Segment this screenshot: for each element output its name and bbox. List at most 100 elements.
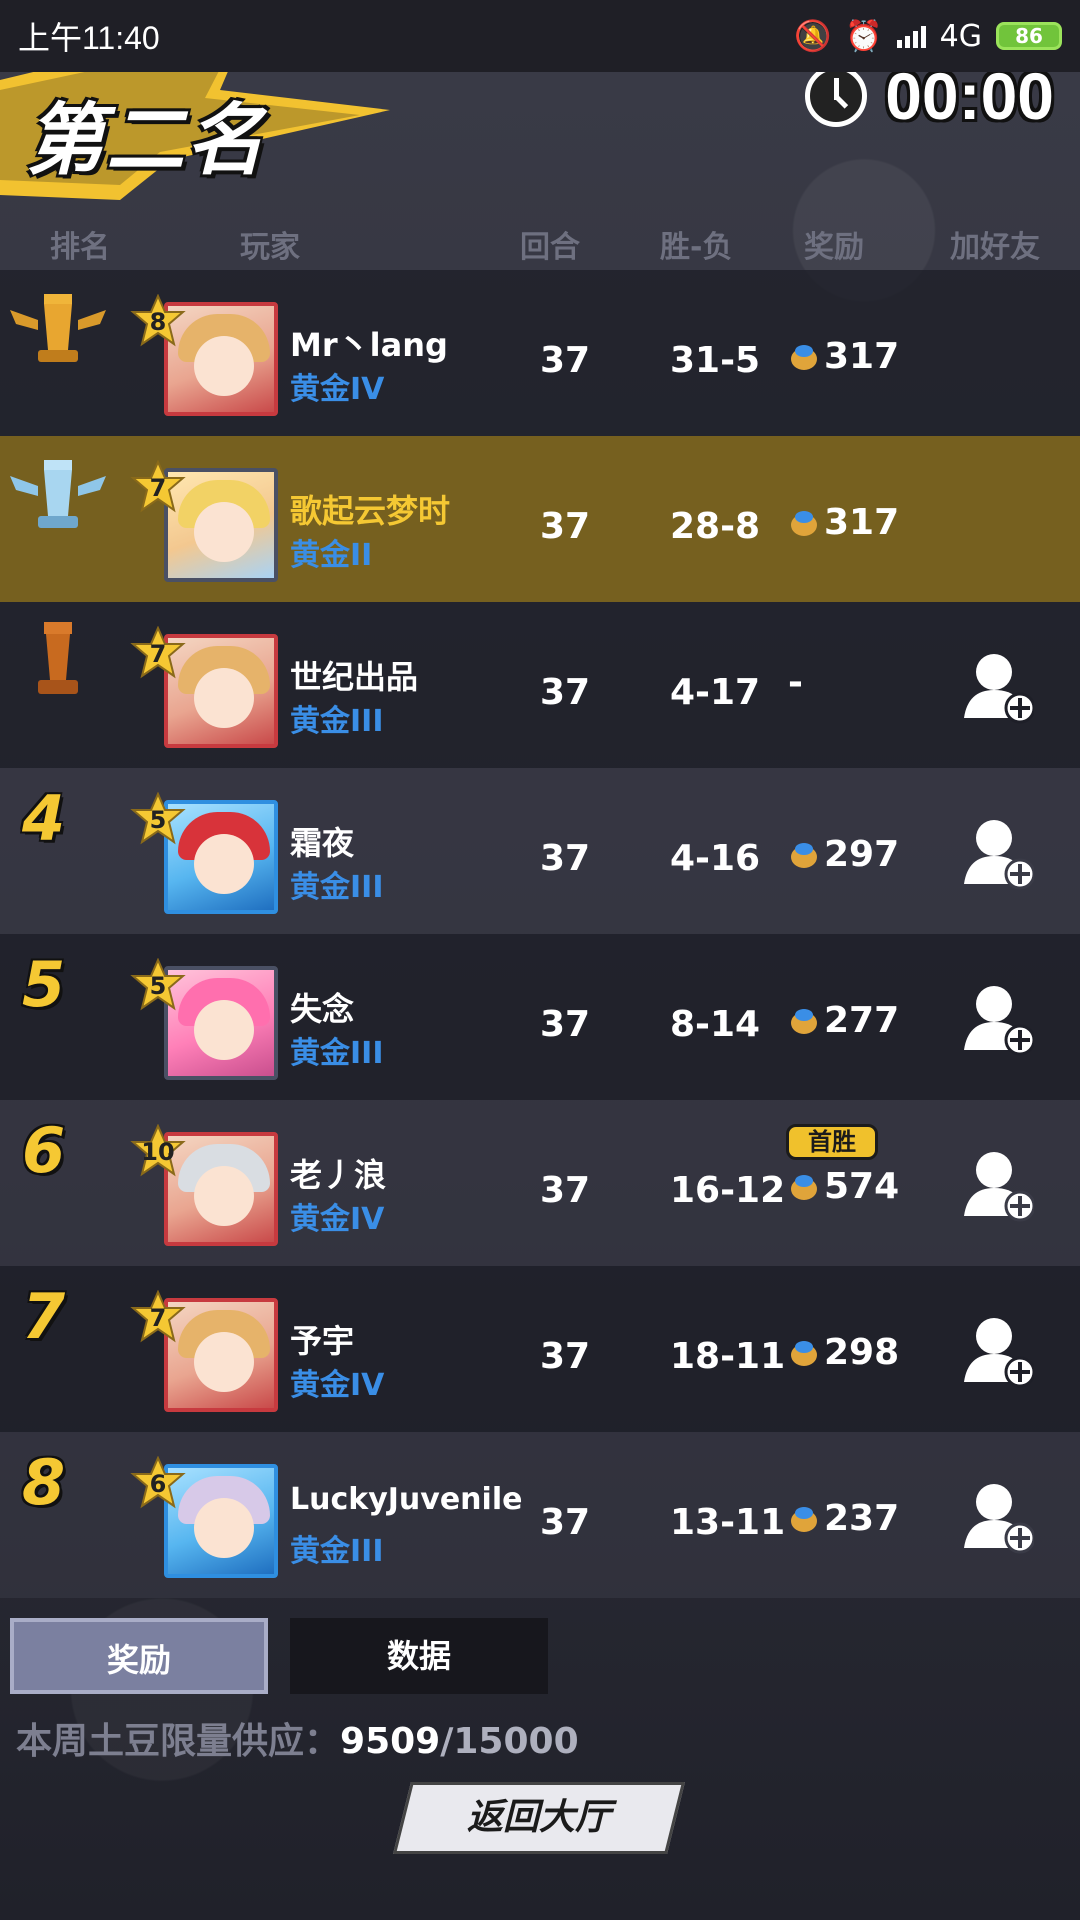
reward-value: 297	[824, 834, 900, 875]
table-row-self: 7 歌起云梦时 黄金II 37 28-8 317	[0, 436, 1080, 602]
level-number: 7	[149, 640, 167, 668]
rounds-value: 37	[540, 506, 591, 547]
rank-number: 7	[22, 1280, 66, 1353]
rounds-value: 37	[540, 1004, 591, 1045]
header-player: 玩家	[240, 230, 300, 265]
level-number: 6	[149, 1470, 167, 1498]
silver-trophy-icon	[10, 460, 106, 528]
supply-label: 本周土豆限量供应：	[16, 1721, 341, 1762]
potato-icon	[791, 1174, 817, 1200]
reward-value: 574	[824, 1166, 900, 1207]
player-tier: 黄金IV	[290, 1368, 385, 1403]
rounds-value: 37	[540, 1502, 591, 1543]
header-rounds: 回合	[520, 230, 580, 265]
potato-icon	[791, 1340, 817, 1366]
rounds-value: 37	[540, 672, 591, 713]
potato-icon	[791, 1008, 817, 1034]
reward-value: 317	[824, 336, 900, 377]
player-name: 予宇	[290, 1322, 355, 1360]
tab-data[interactable]: 数据	[290, 1618, 548, 1694]
supply-current: 9509	[340, 1721, 441, 1762]
potato-icon	[791, 1506, 817, 1532]
add-friend-icon[interactable]	[964, 1148, 1034, 1222]
rounds-value: 37	[540, 1336, 591, 1377]
reward-value: -	[788, 662, 803, 703]
add-friend-icon[interactable]	[964, 1314, 1034, 1388]
reward-value: 237	[824, 1498, 900, 1539]
battery-icon: 86	[996, 22, 1062, 50]
player-name: 霜夜	[290, 824, 355, 862]
win-loss-value: 18-11	[670, 1336, 786, 1377]
player-name: 歌起云梦时	[290, 492, 451, 530]
rank-number: 5	[22, 948, 66, 1021]
status-icons: 🔕 ⏰ 4G 86	[794, 19, 1062, 54]
weekly-supply: 本周土豆限量供应：9509/15000	[16, 1712, 579, 1764]
reward: 237	[788, 1498, 899, 1539]
level-number: 7	[149, 1304, 167, 1332]
reward: -	[788, 662, 803, 703]
header-reward: 奖励	[804, 230, 864, 265]
win-loss-value: 28-8	[670, 506, 761, 547]
table-row: 5 5 失念 黄金III 37 8-14 277	[0, 934, 1080, 1100]
table-row: 7 世纪出品 黄金III 37 4-17 -	[0, 602, 1080, 768]
win-loss-value: 8-14	[670, 1004, 761, 1045]
reward: 317	[788, 502, 899, 543]
table-row: 6 10 老丿浪 黄金IV 37 16-12 首胜 574	[0, 1100, 1080, 1266]
player-tier: 黄金III	[290, 1036, 384, 1071]
level-number: 7	[149, 474, 167, 502]
player-tier: 黄金II	[290, 538, 373, 573]
reward-value: 277	[824, 1000, 900, 1041]
player-tier: 黄金III	[290, 870, 384, 905]
reward: 298	[788, 1332, 899, 1373]
level-badge: 5	[130, 958, 186, 1014]
add-friend-icon[interactable]	[964, 1480, 1034, 1554]
add-friend-icon[interactable]	[964, 816, 1034, 890]
supply-max: 15000	[453, 1721, 579, 1762]
win-loss-value: 13-11	[670, 1502, 786, 1543]
network-type: 4G	[939, 18, 982, 54]
win-loss-value: 31-5	[670, 340, 761, 381]
rank-number: 6	[22, 1114, 66, 1187]
table-row: 7 7 予宇 黄金IV 37 18-11 298	[0, 1266, 1080, 1432]
reward: 574	[788, 1166, 899, 1207]
ranking-list: 8 Mr丶lang 黄金IV 37 31-5 317 7 歌起云梦时 黄金II …	[0, 270, 1080, 1598]
clock-icon	[805, 65, 868, 127]
mute-icon: 🔕	[793, 18, 832, 54]
level-number: 10	[141, 1138, 175, 1166]
potato-icon	[791, 842, 817, 868]
player-name: Mr丶lang	[290, 326, 448, 364]
player-tier: 黄金IV	[290, 372, 385, 407]
supply-separator: /	[440, 1721, 454, 1762]
level-badge: 6	[130, 1456, 186, 1512]
add-friend-icon[interactable]	[964, 650, 1034, 724]
player-name: 世纪出品	[290, 658, 419, 696]
reward: 297	[788, 834, 899, 875]
gold-trophy-icon	[10, 294, 106, 362]
potato-icon	[791, 510, 817, 536]
add-friend-icon[interactable]	[964, 982, 1034, 1056]
rank-title: 第二名	[26, 96, 267, 186]
back-to-lobby-button[interactable]: 返回大厅	[393, 1782, 685, 1854]
bottom-tabs: 奖励 数据	[0, 1618, 1080, 1696]
first-win-badge: 首胜	[786, 1124, 878, 1160]
player-name: 失念	[290, 990, 355, 1028]
reward-value: 317	[824, 502, 900, 543]
win-loss-value: 16-12	[670, 1170, 786, 1211]
level-badge: 10	[130, 1124, 186, 1180]
reward-value: 298	[824, 1332, 900, 1373]
reward: 277	[788, 1000, 899, 1041]
win-loss-value: 4-17	[670, 672, 761, 713]
rank-number: 4	[22, 782, 66, 855]
battery-level: 86	[1015, 24, 1043, 48]
rounds-value: 37	[540, 340, 591, 381]
status-time: 上午11:40	[18, 20, 160, 56]
level-number: 8	[149, 308, 167, 336]
tab-reward[interactable]: 奖励	[10, 1618, 268, 1694]
level-badge: 7	[130, 626, 186, 682]
signal-icon	[896, 24, 926, 48]
level-badge: 7	[130, 1290, 186, 1346]
rounds-value: 37	[540, 838, 591, 879]
header-rank: 排名	[50, 230, 110, 265]
header-win-loss: 胜-负	[660, 230, 733, 265]
header-add-friend: 加好友	[950, 230, 1040, 265]
